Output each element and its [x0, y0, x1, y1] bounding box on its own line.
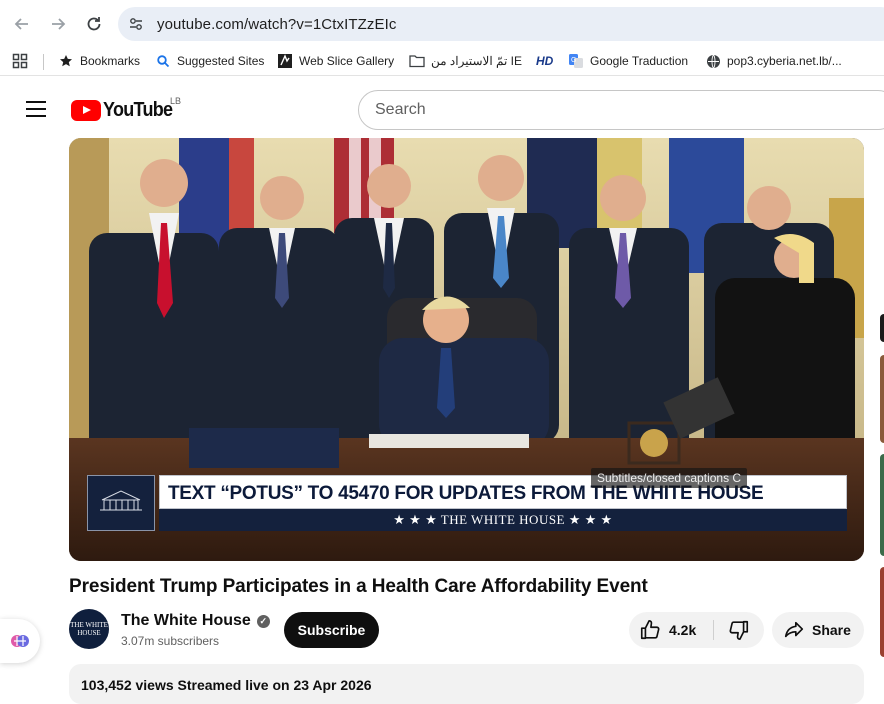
youtube-logo[interactable]: YouTube	[71, 99, 180, 122]
recommendation-thumbnail[interactable]	[880, 314, 884, 342]
white-house-seal-icon	[87, 475, 155, 531]
apps-grid-icon[interactable]	[12, 52, 28, 70]
bookmark-suggested-sites[interactable]: Suggested Sites	[155, 52, 264, 70]
dislike-button[interactable]	[714, 612, 764, 648]
channel-name-link[interactable]: The White House ✓	[121, 612, 270, 630]
description-box[interactable]: 103,452 views Streamed live on 23 Apr 20…	[69, 664, 864, 704]
site-settings-icon[interactable]	[128, 16, 144, 32]
subscriber-count: 3.07m subscribers	[121, 634, 220, 648]
channel-name: The White House	[121, 612, 251, 629]
bookmark-label: Bookmarks	[80, 54, 141, 68]
thumbs-up-icon	[640, 620, 660, 640]
bookmarks-divider	[43, 54, 44, 70]
browser-toolbar: youtube.com/watch?v=1CtxITZzEIc	[0, 0, 884, 46]
bookmark-label: تمّ الاستيراد من IE	[431, 54, 523, 68]
share-label: Share	[812, 622, 851, 638]
share-button[interactable]: Share	[772, 612, 864, 648]
globe-icon	[705, 53, 721, 69]
bookmark-web-slice-gallery[interactable]: Web Slice Gallery	[277, 52, 394, 70]
youtube-header: YouTube LB	[0, 77, 884, 137]
bookmark-ie-imported[interactable]: تمّ الاستيراد من IE	[409, 52, 522, 70]
hamburger-menu-icon[interactable]	[26, 101, 46, 117]
video-title: President Trump Participates in a Health…	[69, 576, 648, 597]
captions-tooltip: Subtitles/closed captions C	[591, 468, 748, 488]
thumbs-down-icon	[729, 620, 749, 640]
search-box[interactable]	[358, 90, 884, 130]
banner-subtext: ★ ★ ★ THE WHITE HOUSE ★ ★ ★	[159, 509, 847, 531]
bookmark-pop3-cyberia[interactable]: pop3.cyberia.net.lb/...	[705, 52, 842, 70]
brain-icon	[11, 635, 29, 647]
search-icon	[155, 53, 171, 69]
web-slice-icon	[277, 53, 293, 69]
folder-icon	[409, 53, 425, 69]
bookmark-label: Google Traduction	[590, 54, 689, 68]
bookmark-label: pop3.cyberia.net.lb/...	[727, 54, 842, 68]
subscribe-button[interactable]: Subscribe	[284, 612, 379, 648]
assistant-extension-button[interactable]	[0, 619, 40, 663]
channel-avatar[interactable]: THE WHITE HOUSE	[69, 609, 109, 649]
recommendation-thumbnail[interactable]	[880, 355, 884, 443]
star-icon	[58, 53, 74, 69]
address-bar[interactable]: youtube.com/watch?v=1CtxITZzEIc	[118, 7, 884, 41]
youtube-wordmark: YouTube	[103, 99, 173, 121]
hd-icon: HD	[536, 54, 554, 68]
recommendation-thumbnail[interactable]	[880, 567, 884, 657]
recommendation-thumbnail[interactable]	[880, 454, 884, 556]
svg-text:G: G	[571, 57, 576, 64]
verified-check-icon: ✓	[256, 614, 270, 628]
bookmark-label: Web Slice Gallery	[299, 54, 395, 68]
like-dislike-group: 4.2k	[629, 612, 764, 648]
bookmark-google-traduction[interactable]: G Google Traduction	[568, 52, 688, 70]
address-url: youtube.com/watch?v=1CtxITZzEIc	[157, 16, 397, 33]
region-code: LB	[170, 96, 182, 106]
bookmark-bookmarks[interactable]: Bookmarks	[58, 52, 140, 70]
forward-arrow-icon[interactable]	[46, 12, 70, 36]
like-button[interactable]: 4.2k	[629, 612, 713, 648]
bookmark-hd[interactable]: HD	[536, 52, 553, 70]
search-input[interactable]	[375, 100, 855, 120]
reload-icon[interactable]	[82, 12, 106, 36]
back-arrow-icon[interactable]	[10, 12, 34, 36]
translate-icon: G	[568, 53, 584, 69]
bookmark-label: Suggested Sites	[177, 54, 265, 68]
share-arrow-icon	[784, 621, 804, 638]
bookmarks-bar: Bookmarks Suggested Sites Web Slice Gall…	[0, 46, 884, 76]
like-count: 4.2k	[669, 622, 697, 638]
youtube-play-icon	[71, 100, 101, 121]
